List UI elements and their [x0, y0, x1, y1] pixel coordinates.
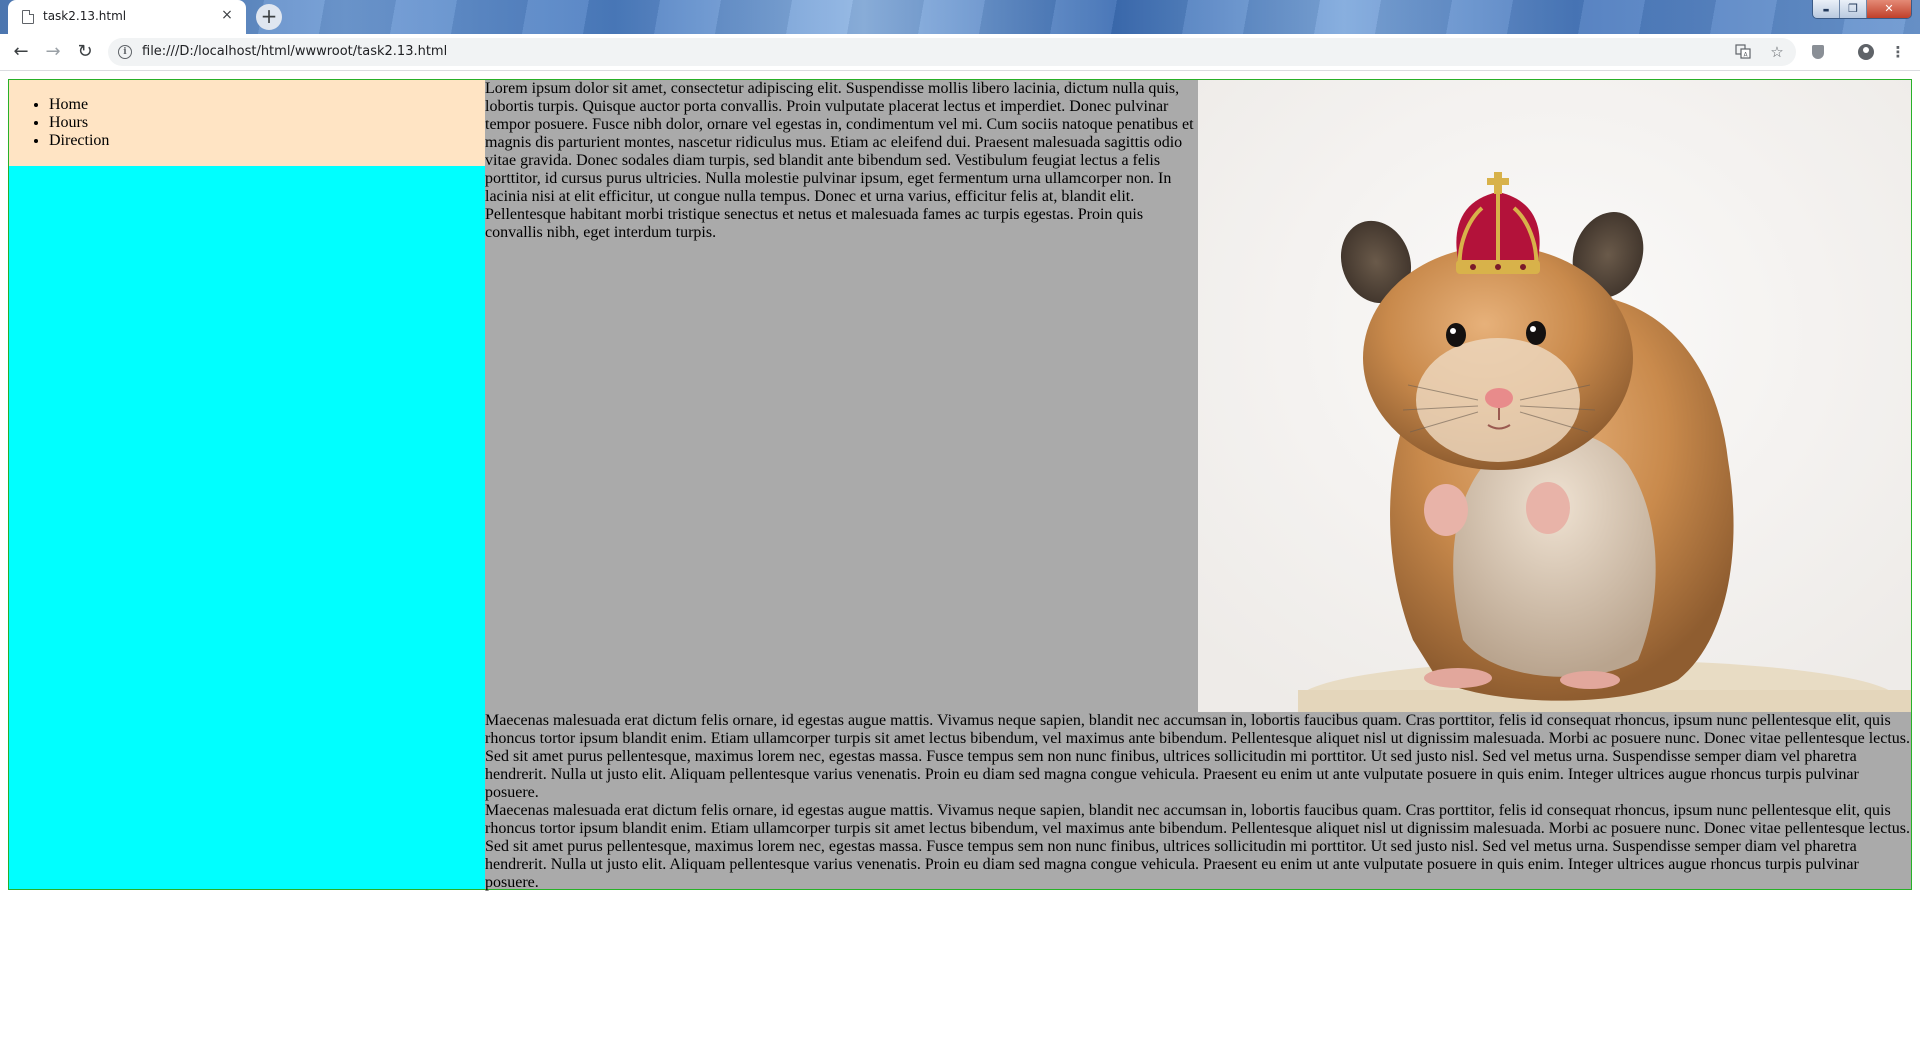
reload-button[interactable]: ↻	[74, 41, 96, 63]
nav-list: Home Hours Direction	[9, 96, 485, 150]
browser-toolbar: ← → ↻ i file:///D:/localhost/html/wwwroo…	[0, 34, 1920, 71]
nav-link-home[interactable]: Home	[49, 96, 88, 113]
tab-close-button[interactable]: ×	[218, 6, 236, 24]
paragraph-2: Maecenas malesuada erat dictum felis orn…	[485, 802, 1911, 891]
main-content: Lorem ipsum dolor sit amet, consectetur …	[485, 80, 1911, 891]
maximize-icon: ❐	[1848, 2, 1858, 15]
nav-item-direction: Direction	[49, 132, 485, 150]
paragraph-1: Maecenas malesuada erat dictum felis orn…	[485, 712, 1911, 801]
document-icon	[22, 10, 34, 24]
nav-link-hours[interactable]: Hours	[49, 114, 88, 131]
page-viewport: Home Hours Direction Lorem ipsum dolor s…	[0, 71, 1920, 1040]
top-row: Lorem ipsum dolor sit amet, consectetur …	[485, 80, 1911, 712]
menu-icon[interactable]: ⋮	[1888, 42, 1908, 62]
info-icon[interactable]: i	[118, 45, 132, 59]
minimize-icon: ▬	[1822, 6, 1830, 14]
browser-tab[interactable]: task2.13.html ×	[8, 0, 246, 34]
shield-extension-icon[interactable]	[1808, 42, 1828, 62]
maximize-button[interactable]: ❐	[1840, 0, 1867, 18]
nav-item-home: Home	[49, 96, 485, 114]
back-button[interactable]: ←	[10, 41, 32, 63]
close-window-button[interactable]: ✕	[1867, 0, 1911, 18]
hamster-image	[1198, 80, 1911, 712]
new-tab-button[interactable]: +	[256, 4, 282, 30]
close-icon: ✕	[1884, 2, 1894, 15]
window-controls: ▬ ❐ ✕	[1812, 0, 1912, 19]
minimize-button[interactable]: ▬	[1813, 0, 1840, 18]
forward-button[interactable]: →	[42, 41, 64, 63]
intro-text: Lorem ipsum dolor sit amet, consectetur …	[485, 80, 1194, 241]
tab-title: task2.13.html	[43, 9, 127, 23]
translate-icon[interactable]: A	[1734, 43, 1752, 61]
nav-link-direction[interactable]: Direction	[49, 132, 109, 149]
star-icon[interactable]: ☆	[1768, 43, 1786, 61]
url-text[interactable]: file:///D:/localhost/html/wwwroot/task2.…	[142, 44, 447, 59]
profile-icon[interactable]	[1856, 42, 1876, 62]
sidebar: Home Hours Direction	[9, 80, 485, 889]
address-bar[interactable]: i file:///D:/localhost/html/wwwroot/task…	[108, 38, 1796, 66]
page-container: Home Hours Direction Lorem ipsum dolor s…	[8, 79, 1912, 891]
nav-box: Home Hours Direction	[9, 80, 485, 166]
browser-titlebar	[0, 0, 1920, 34]
nav-item-hours: Hours	[49, 114, 485, 132]
